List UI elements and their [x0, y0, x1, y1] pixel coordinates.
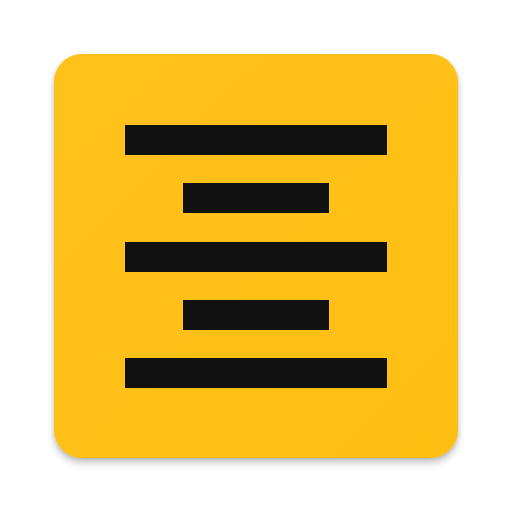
icon-bar-long — [125, 125, 387, 155]
icon-bar-short — [183, 300, 329, 330]
icon-bar-long — [125, 358, 387, 388]
align-center-icon[interactable] — [54, 54, 458, 458]
icon-bar-long — [125, 242, 387, 272]
app-icon-canvas — [0, 0, 512, 512]
icon-bar-short — [183, 183, 329, 213]
